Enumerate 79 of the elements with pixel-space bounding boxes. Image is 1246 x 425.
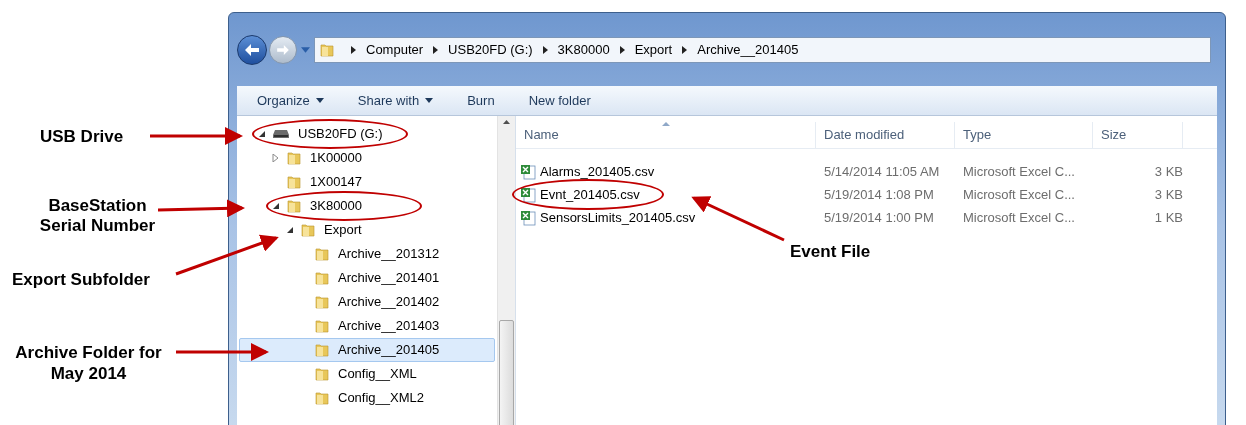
annotation-label: Archive Folder for May 2014 (14, 342, 163, 384)
tree-item[interactable]: Archive__201401 (239, 266, 495, 290)
breadcrumb-item[interactable]: Export (634, 40, 673, 60)
folder-icon (314, 246, 330, 262)
caret-icon (315, 98, 324, 103)
collapsed-triangle-icon[interactable] (272, 154, 280, 162)
tree-item[interactable]: Archive__201403 (239, 314, 495, 338)
tree-item[interactable]: Archive__201402 (239, 290, 495, 314)
back-arrow-icon (245, 44, 259, 56)
folder-icon (314, 366, 330, 382)
breadcrumb-item[interactable]: Computer (366, 40, 424, 60)
file-name: SensorsLimits_201405.csv (540, 208, 696, 227)
file-row[interactable]: SensorsLimits_201405.csv 5/19/2014 1:00 PM Microsoft Excel C... 1 KB (516, 206, 1217, 229)
tree-item[interactable]: 1X00147 (239, 170, 495, 194)
breadcrumb-item[interactable]: 3K80000 (557, 40, 610, 60)
folder-icon (314, 294, 330, 310)
folder-icon (314, 318, 330, 334)
annotation-label: Export Subfolder (12, 269, 150, 291)
column-header[interactable]: Size (1093, 122, 1183, 148)
folder-icon (314, 270, 330, 286)
date-cell-text: 5/19/2014 1:08 PM (823, 185, 935, 204)
tree-item[interactable]: USB20FD (G:) (239, 122, 495, 146)
folder-icon (314, 390, 330, 406)
breadcrumb-item[interactable]: USB20FD (G:) (448, 40, 533, 60)
size-cell-text: 1 KB (1153, 208, 1183, 227)
tree-item[interactable]: 1K00000 (239, 146, 495, 170)
chevron-icon (542, 46, 548, 54)
folder-icon (314, 342, 330, 358)
spreadsheet-file-icon (520, 186, 536, 203)
file-name: Alarms_201405.csv (540, 162, 655, 181)
expanded-triangle-icon[interactable] (258, 130, 266, 138)
tree-item[interactable]: 3K80000 (239, 194, 495, 218)
type-cell-text: Microsoft Excel C... (962, 208, 1076, 227)
tree-item[interactable]: Export (239, 218, 495, 242)
drive-icon (272, 129, 290, 139)
column-header[interactable]: Type (955, 122, 1093, 148)
toolbar-button[interactable]: Burn (467, 90, 495, 111)
breadcrumb-item[interactable]: Archive__201405 (697, 40, 799, 60)
toolbar-button[interactable]: Organize (257, 90, 324, 111)
annotation-label: USB Drive (40, 126, 124, 148)
date-cell-text: 5/14/2014 11:05 AM (823, 162, 941, 181)
scroll-up-icon[interactable] (503, 120, 510, 124)
folder-icon (319, 42, 335, 58)
tree-item[interactable]: Config__XML (239, 362, 495, 386)
toolbar-button[interactable]: Share with (357, 90, 434, 111)
tree-item[interactable]: Archive__201312 (239, 242, 495, 266)
caret-icon (425, 98, 434, 103)
forward-arrow-icon (277, 45, 289, 55)
scrollbar[interactable] (497, 116, 515, 425)
folder-icon (286, 174, 302, 190)
tree-item[interactable]: Archive__201405 (239, 338, 495, 362)
chevron-icon (619, 46, 625, 54)
back-button[interactable] (237, 35, 267, 65)
date-cell-text: 5/19/2014 1:00 PM (823, 208, 935, 227)
folder-icon (286, 150, 302, 166)
address-bar[interactable]: Computer USB20FD (G:) 3K80000 Export Archive__201405 (314, 37, 1211, 63)
column-header[interactable]: Date modified (816, 122, 955, 148)
chevron-icon (351, 46, 356, 54)
sort-arrow-icon (662, 122, 670, 126)
annotation-label: Event File (790, 241, 871, 263)
type-cell-text: Microsoft Excel C... (962, 185, 1076, 204)
spreadsheet-file-icon (520, 163, 536, 180)
tree-item[interactable]: Config__XML2 (239, 386, 495, 410)
toolbar-button[interactable]: New folder (528, 90, 591, 111)
expanded-triangle-icon[interactable] (272, 202, 280, 210)
file-row[interactable]: Evnt_201405.csv 5/19/2014 1:08 PM Microsoft Excel C... 3 KB (516, 183, 1217, 206)
type-cell-text: Microsoft Excel C... (962, 162, 1076, 181)
file-name: Evnt_201405.csv (540, 185, 640, 204)
annotation-label: BaseStation Serial Number (38, 196, 157, 236)
spreadsheet-file-icon (520, 209, 536, 226)
chevron-icon (682, 46, 688, 54)
expanded-triangle-icon[interactable] (286, 226, 294, 234)
size-cell-text: 3 KB (1153, 185, 1183, 204)
chevron-icon (433, 46, 439, 54)
folder-icon (286, 198, 302, 214)
folder-icon (300, 222, 316, 238)
size-cell-text: 3 KB (1153, 162, 1183, 181)
file-row[interactable]: Alarms_201405.csv 5/14/2014 11:05 AM Microsoft Excel C... 3 KB (516, 160, 1217, 183)
scrollbar-thumb[interactable] (499, 320, 514, 425)
